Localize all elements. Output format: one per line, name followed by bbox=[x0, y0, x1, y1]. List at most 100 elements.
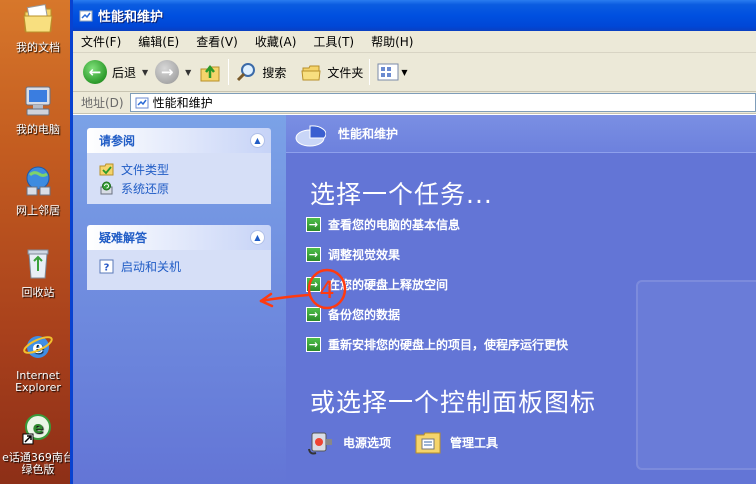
link-system-restore[interactable]: 系统还原 bbox=[99, 179, 271, 198]
address-location-icon bbox=[135, 97, 149, 108]
task-label: 重新安排您的硬盘上的项目，使程序运行更快 bbox=[328, 338, 569, 352]
category-title: 性能和维护 bbox=[338, 127, 399, 141]
see-also-header[interactable]: 请参阅 ▲ bbox=[87, 128, 271, 153]
desktop-icon-recycle-bin[interactable]: 回收站 bbox=[0, 247, 76, 299]
views-dropdown-icon: ▼ bbox=[401, 67, 408, 77]
troubleshooting-panel: 疑难解答 ▲ ? 启动和关机 bbox=[87, 225, 271, 290]
desktop-icon-network-places[interactable]: 网上邻居 bbox=[0, 165, 76, 217]
task-arrow-icon: → bbox=[306, 217, 321, 232]
menu-view[interactable]: 查看(V) bbox=[196, 33, 238, 50]
svg-text:?: ? bbox=[104, 263, 110, 274]
link-system-restore-label: 系统还原 bbox=[121, 182, 170, 196]
forward-arrow-icon: → bbox=[155, 60, 180, 84]
menu-file[interactable]: 文件(F) bbox=[81, 33, 121, 50]
explorer-window: 性能和维护 文件(F) 编辑(E) 查看(V) 收藏(A) 工具(T) 帮助(H… bbox=[70, 0, 756, 484]
folders-button[interactable]: 文件夹 bbox=[300, 60, 363, 84]
performance-chart-icon bbox=[295, 124, 326, 146]
search-icon bbox=[237, 63, 256, 82]
back-history-dropdown-icon[interactable]: ▼ bbox=[142, 68, 148, 77]
forward-history-dropdown-icon[interactable]: ▼ bbox=[185, 68, 191, 77]
window-title: 性能和维护 bbox=[98, 10, 164, 25]
task-visual-effects[interactable]: → 调整视觉效果 bbox=[306, 246, 400, 263]
desktop-icon-label: Internet Explorer bbox=[15, 369, 61, 394]
desktop-icon-label: 网上邻居 bbox=[16, 204, 60, 217]
admin-tools-icon bbox=[415, 432, 441, 454]
desktop-icon-internet-explorer[interactable]: e Internet Explorer bbox=[0, 330, 76, 394]
admin-tools-item[interactable]: 管理工具 bbox=[413, 427, 498, 457]
task-label: 调整视觉效果 bbox=[328, 248, 401, 262]
views-icon bbox=[377, 63, 399, 81]
power-options-icon bbox=[308, 432, 332, 455]
folders-icon bbox=[301, 65, 321, 81]
content-area: 请参阅 ▲ 文件类型 系统还原 疑难解答 ▲ ? 启动和关机 性能和维护 选择一… bbox=[73, 115, 756, 484]
toolbar-separator bbox=[369, 59, 371, 85]
desktop-icon-label: e话通369南台绿色版 bbox=[2, 451, 74, 476]
title-bar[interactable]: 性能和维护 bbox=[73, 0, 756, 31]
task-arrow-icon: → bbox=[306, 337, 321, 352]
troubleshooting-title: 疑难解答 bbox=[99, 231, 148, 245]
category-pane: 性能和维护 选择一个任务... → 查看您的电脑的基本信息 → 调整视觉效果 →… bbox=[286, 115, 756, 484]
desktop-icon-label: 回收站 bbox=[21, 286, 55, 299]
ehuatong-icon: e bbox=[22, 414, 51, 445]
annotation-label: 4 bbox=[319, 276, 334, 304]
admin-tools-label: 管理工具 bbox=[450, 435, 499, 450]
forward-button[interactable]: → bbox=[155, 60, 180, 84]
help-question-icon: ? bbox=[99, 259, 114, 274]
address-label: 地址(D) bbox=[81, 96, 124, 110]
power-options-item[interactable]: 电源选项 bbox=[306, 427, 391, 457]
search-button[interactable]: 搜索 bbox=[235, 60, 286, 84]
desktop-icon-my-computer[interactable]: 我的电脑 bbox=[0, 84, 76, 136]
desktop-icon-ehuatong[interactable]: e e话通369南台绿色版 bbox=[0, 412, 76, 476]
toolbar: ← 后退 ▼ → ▼ 搜索 文件夹 ▼ bbox=[73, 53, 756, 92]
menu-bar: 文件(F) 编辑(E) 查看(V) 收藏(A) 工具(T) 帮助(H) bbox=[73, 31, 756, 53]
back-arrow-icon: ← bbox=[83, 60, 107, 84]
my-computer-icon bbox=[25, 86, 51, 116]
address-value: 性能和维护 bbox=[152, 96, 213, 110]
troubleshooting-body: ? 启动和关机 bbox=[87, 250, 271, 290]
network-places-icon bbox=[26, 166, 51, 196]
link-file-types[interactable]: 文件类型 bbox=[99, 160, 271, 179]
folders-label: 文件夹 bbox=[327, 65, 364, 80]
desktop-icon-label: 我的文档 bbox=[16, 41, 60, 54]
see-also-title: 请参阅 bbox=[99, 134, 136, 148]
pick-icon-heading: 或选择一个控制面板图标 bbox=[310, 388, 597, 417]
see-also-panel: 请参阅 ▲ 文件类型 系统还原 bbox=[87, 128, 271, 204]
system-restore-icon bbox=[100, 181, 113, 195]
back-button[interactable]: ← 后退 bbox=[83, 60, 136, 84]
see-also-body: 文件类型 系统还原 bbox=[87, 153, 271, 204]
address-bar: 地址(D) 性能和维护 bbox=[73, 92, 756, 114]
task-label: 查看您的电脑的基本信息 bbox=[328, 218, 461, 232]
collapse-chevron-icon[interactable]: ▲ bbox=[250, 133, 265, 148]
address-input[interactable]: 性能和维护 bbox=[129, 93, 756, 112]
background-watermark bbox=[636, 280, 756, 470]
toolbar-separator bbox=[228, 59, 230, 85]
menu-edit[interactable]: 编辑(E) bbox=[138, 33, 179, 50]
menu-favorites[interactable]: 收藏(A) bbox=[255, 33, 297, 50]
performance-maintenance-icon bbox=[79, 10, 93, 21]
category-header: 性能和维护 bbox=[286, 115, 756, 153]
task-arrow-icon: → bbox=[306, 247, 321, 262]
collapse-chevron-icon[interactable]: ▲ bbox=[250, 230, 265, 245]
back-label: 后退 bbox=[112, 65, 137, 80]
file-types-icon bbox=[99, 163, 114, 176]
troubleshooting-header[interactable]: 疑难解答 ▲ bbox=[87, 225, 271, 250]
power-options-label: 电源选项 bbox=[343, 435, 392, 450]
folder-up-icon bbox=[200, 64, 220, 82]
task-computer-info[interactable]: → 查看您的电脑的基本信息 bbox=[306, 216, 460, 233]
menu-tools[interactable]: 工具(T) bbox=[313, 33, 354, 50]
link-file-types-label: 文件类型 bbox=[121, 163, 170, 177]
recycle-bin-icon bbox=[27, 249, 49, 279]
menu-help[interactable]: 帮助(H) bbox=[371, 33, 413, 50]
svg-text:e: e bbox=[33, 418, 44, 437]
up-button[interactable] bbox=[198, 60, 222, 84]
desktop-icon-label: 我的电脑 bbox=[16, 123, 60, 136]
link-startup-shutdown-label: 启动和关机 bbox=[121, 260, 182, 274]
annotation-arrow: 4 bbox=[259, 268, 347, 310]
my-documents-icon bbox=[23, 4, 53, 33]
search-label: 搜索 bbox=[262, 65, 287, 80]
views-button[interactable]: ▼ bbox=[376, 61, 408, 83]
desktop-icon-my-documents[interactable]: 我的文档 bbox=[0, 2, 76, 54]
internet-explorer-icon: e bbox=[23, 336, 53, 358]
link-startup-shutdown[interactable]: ? 启动和关机 bbox=[99, 257, 271, 276]
task-defragment[interactable]: → 重新安排您的硬盘上的项目，使程序运行更快 bbox=[306, 336, 568, 353]
